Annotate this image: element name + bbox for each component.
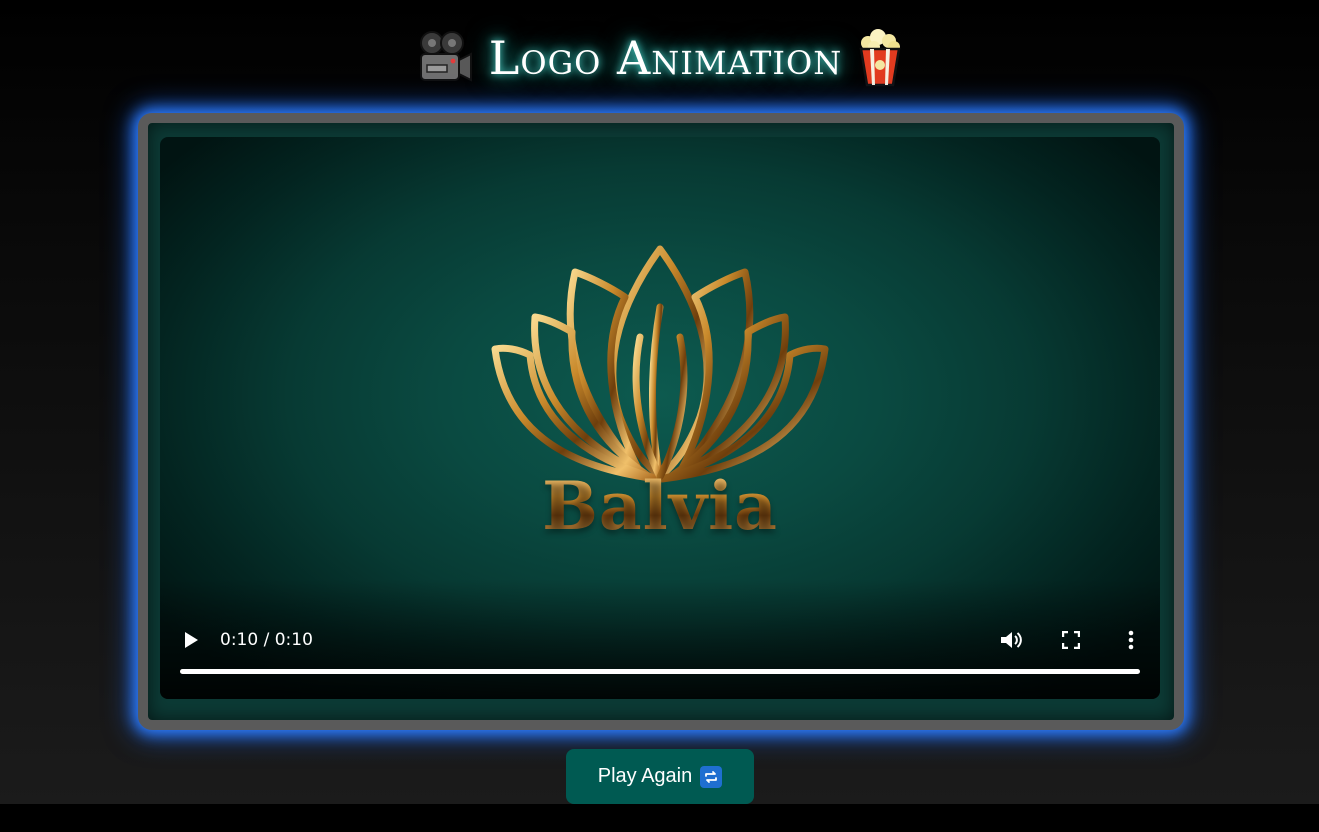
video-controls: 0:10 / 0:10 <box>160 623 1160 657</box>
volume-icon <box>1001 632 1022 648</box>
video-player[interactable]: Balvia 0:10 / 0:10 <box>160 137 1160 699</box>
volume-button[interactable] <box>994 623 1028 657</box>
brand-name: Balvia <box>160 467 1160 545</box>
page-header: Logo Animation <box>0 18 1319 98</box>
progress-bar[interactable] <box>180 669 1140 674</box>
movie-camera-icon <box>415 27 475 89</box>
more-options-button[interactable] <box>1114 623 1148 657</box>
fullscreen-icon <box>1062 631 1080 649</box>
play-button[interactable] <box>174 623 208 657</box>
more-options-icon <box>1128 630 1134 650</box>
play-again-button[interactable]: Play Again <box>566 749 754 804</box>
page-title: Logo Animation <box>488 31 843 85</box>
repeat-icon <box>700 765 723 788</box>
play-again-label: Play Again <box>597 765 693 787</box>
time-display: 0:10 / 0:10 <box>220 630 313 650</box>
popcorn-icon <box>856 27 904 89</box>
page-bottom-strip <box>0 804 1319 832</box>
play-icon <box>185 632 198 648</box>
fullscreen-button[interactable] <box>1054 623 1088 657</box>
